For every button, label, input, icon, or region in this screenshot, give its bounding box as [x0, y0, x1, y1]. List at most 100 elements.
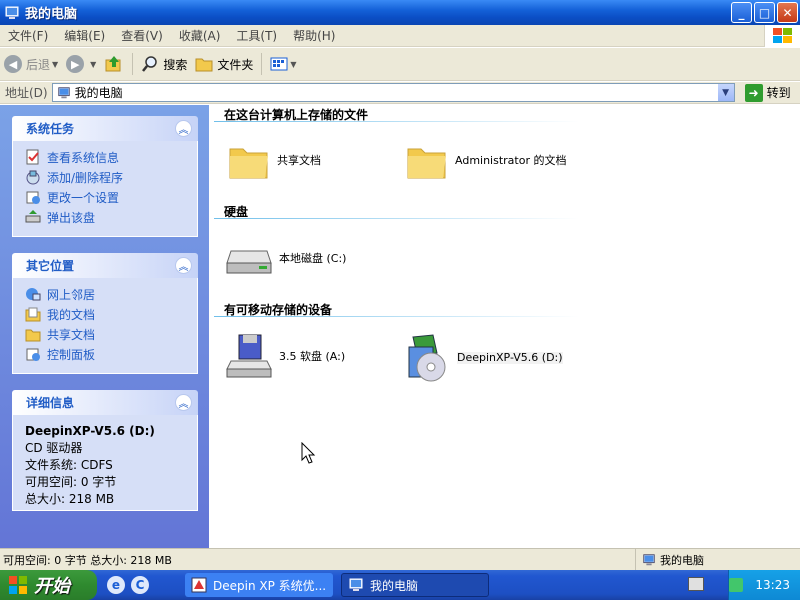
- details-free-space: 可用空间: 0 字节: [25, 475, 117, 489]
- item-label: Administrator 的文档: [455, 154, 567, 167]
- address-input[interactable]: 我的电脑 ▼: [51, 83, 735, 102]
- start-label: 开始: [34, 576, 70, 597]
- system-info-icon: [26, 149, 39, 165]
- collapse-icon[interactable]: ︽: [175, 257, 192, 274]
- item-cd-drive-d[interactable]: DeepinXP-V5.6 (D:): [403, 333, 563, 383]
- toolbar-divider: [132, 53, 134, 75]
- menu-help[interactable]: 帮助(H): [285, 27, 343, 44]
- views-button[interactable]: ▼: [266, 51, 300, 77]
- place-shared-documents[interactable]: 共享文档: [25, 324, 191, 344]
- taskbar-item-deepin-optimizer[interactable]: Deepin XP 系统优...: [185, 573, 333, 597]
- go-arrow-icon: ➜: [744, 83, 763, 102]
- item-label: 共享文档: [277, 154, 321, 167]
- start-button[interactable]: 开始: [0, 570, 97, 600]
- task-label: 更改一个设置: [47, 190, 120, 205]
- browser-icon[interactable]: C: [131, 576, 149, 594]
- system-tasks-title: 系统任务: [26, 122, 75, 136]
- control-panel-icon: [26, 191, 40, 204]
- back-arrow-icon: ◀: [4, 55, 22, 73]
- search-button[interactable]: 搜索: [137, 51, 191, 77]
- item-administrator-documents[interactable]: Administrator 的文档: [405, 141, 575, 181]
- minimize-button[interactable]: _: [731, 2, 752, 23]
- task-label: 添加/删除程序: [47, 170, 124, 185]
- address-dropdown-icon[interactable]: ▼: [716, 84, 734, 101]
- network-icon: [26, 288, 41, 301]
- address-label: 地址(D): [5, 86, 48, 100]
- task-label: 查看系统信息: [47, 150, 120, 165]
- folder-icon: [25, 329, 41, 342]
- quick-launch: e C: [107, 576, 149, 594]
- other-places-panel: 其它位置 ︽ 网上邻居 我的文档 共享文档 控制面板: [12, 253, 198, 374]
- details-filesystem: 文件系统: CDFS: [25, 458, 113, 472]
- folder-icon: [195, 58, 213, 72]
- place-network[interactable]: 网上邻居: [25, 284, 191, 304]
- task-eject-disc[interactable]: 弹出该盘: [25, 207, 191, 227]
- system-tasks-header[interactable]: 系统任务 ︽: [12, 116, 198, 141]
- taskbar-item-my-computer[interactable]: 我的电脑: [341, 573, 489, 597]
- app-window-icon: [191, 577, 207, 593]
- menu-tools[interactable]: 工具(T): [228, 27, 285, 44]
- folders-button[interactable]: 文件夹: [191, 51, 257, 77]
- item-label: 本地磁盘 (C:): [279, 252, 347, 265]
- collapse-icon[interactable]: ︽: [175, 394, 192, 411]
- go-label: 转到: [766, 86, 791, 100]
- floppy-drive-icon: [226, 334, 272, 378]
- item-label: 3.5 软盘 (A:): [279, 350, 346, 363]
- folder-icon: [407, 148, 446, 179]
- tray-app-icon[interactable]: [729, 578, 744, 592]
- menu-favorites[interactable]: 收藏(A): [171, 27, 229, 44]
- windows-logo-icon: [9, 576, 27, 594]
- chevron-down-icon: ▼: [290, 59, 297, 69]
- taskbar-item-label: Deepin XP 系统优...: [213, 578, 327, 593]
- place-label: 控制面板: [47, 347, 96, 362]
- my-computer-icon: [5, 6, 19, 19]
- back-label: 后退: [26, 57, 51, 72]
- back-button[interactable]: ◀ 后退 ▼: [0, 51, 62, 77]
- task-add-remove-programs[interactable]: 添加/删除程序: [25, 167, 191, 187]
- place-my-documents[interactable]: 我的文档: [25, 304, 191, 324]
- item-local-disk-c[interactable]: 本地磁盘 (C:): [225, 239, 346, 279]
- item-floppy-a[interactable]: 3.5 软盘 (A:): [225, 333, 345, 381]
- title-bar[interactable]: 我的电脑 _ □ ✕: [0, 0, 800, 25]
- task-change-setting[interactable]: 更改一个设置: [25, 187, 191, 207]
- other-places-header[interactable]: 其它位置 ︽: [12, 253, 198, 278]
- my-computer-icon: [349, 578, 363, 591]
- my-computer-icon: [57, 86, 70, 98]
- taskbar: 开始 e C Deepin XP 系统优... 我的电脑 13:23: [0, 570, 800, 600]
- close-button[interactable]: ✕: [777, 2, 798, 23]
- menu-file[interactable]: 文件(F): [0, 27, 56, 44]
- maximize-button[interactable]: □: [754, 2, 775, 23]
- go-button[interactable]: ➜ 转到: [744, 83, 791, 102]
- windows-logo-icon: [764, 25, 800, 47]
- folder-icon: [229, 148, 268, 179]
- collapse-icon[interactable]: ︽: [175, 120, 192, 137]
- up-folder-button[interactable]: [100, 51, 128, 77]
- keyboard-icon[interactable]: [688, 577, 704, 591]
- views-icon: [270, 57, 288, 71]
- details-type: CD 驱动器: [25, 441, 83, 455]
- address-value: 我的电脑: [74, 86, 123, 100]
- clock[interactable]: 13:23: [755, 578, 790, 592]
- place-label: 我的文档: [47, 307, 96, 322]
- status-location-label: 我的电脑: [660, 553, 704, 567]
- internet-explorer-icon[interactable]: e: [107, 576, 125, 594]
- details-title: 详细信息: [26, 396, 75, 410]
- menu-view[interactable]: 查看(V): [113, 27, 171, 44]
- system-tray: 13:23: [728, 570, 800, 600]
- mouse-cursor-icon: [301, 442, 316, 464]
- item-shared-documents[interactable]: 共享文档: [227, 141, 321, 181]
- place-control-panel[interactable]: 控制面板: [25, 344, 191, 364]
- details-header[interactable]: 详细信息 ︽: [12, 390, 198, 415]
- forward-arrow-icon: ▶: [66, 55, 85, 73]
- menu-edit[interactable]: 编辑(E): [56, 27, 113, 44]
- forward-button[interactable]: ▶ ▼: [62, 51, 100, 77]
- hard-disk-icon: [226, 250, 272, 274]
- up-folder-icon: [105, 56, 121, 72]
- task-view-system-info[interactable]: 查看系统信息: [25, 147, 191, 167]
- other-places-title: 其它位置: [26, 259, 75, 273]
- search-icon: [142, 56, 158, 72]
- address-bar: 地址(D) 我的电脑 ▼ ➜ 转到: [0, 82, 800, 104]
- folders-label: 文件夹: [217, 57, 254, 72]
- details-panel: 详细信息 ︽ DeepinXP-V5.6 (D:) CD 驱动器 文件系统: C…: [12, 390, 198, 511]
- toolbar: ◀ 后退 ▼ ▶ ▼ 搜索 文件夹 ▼: [0, 48, 800, 81]
